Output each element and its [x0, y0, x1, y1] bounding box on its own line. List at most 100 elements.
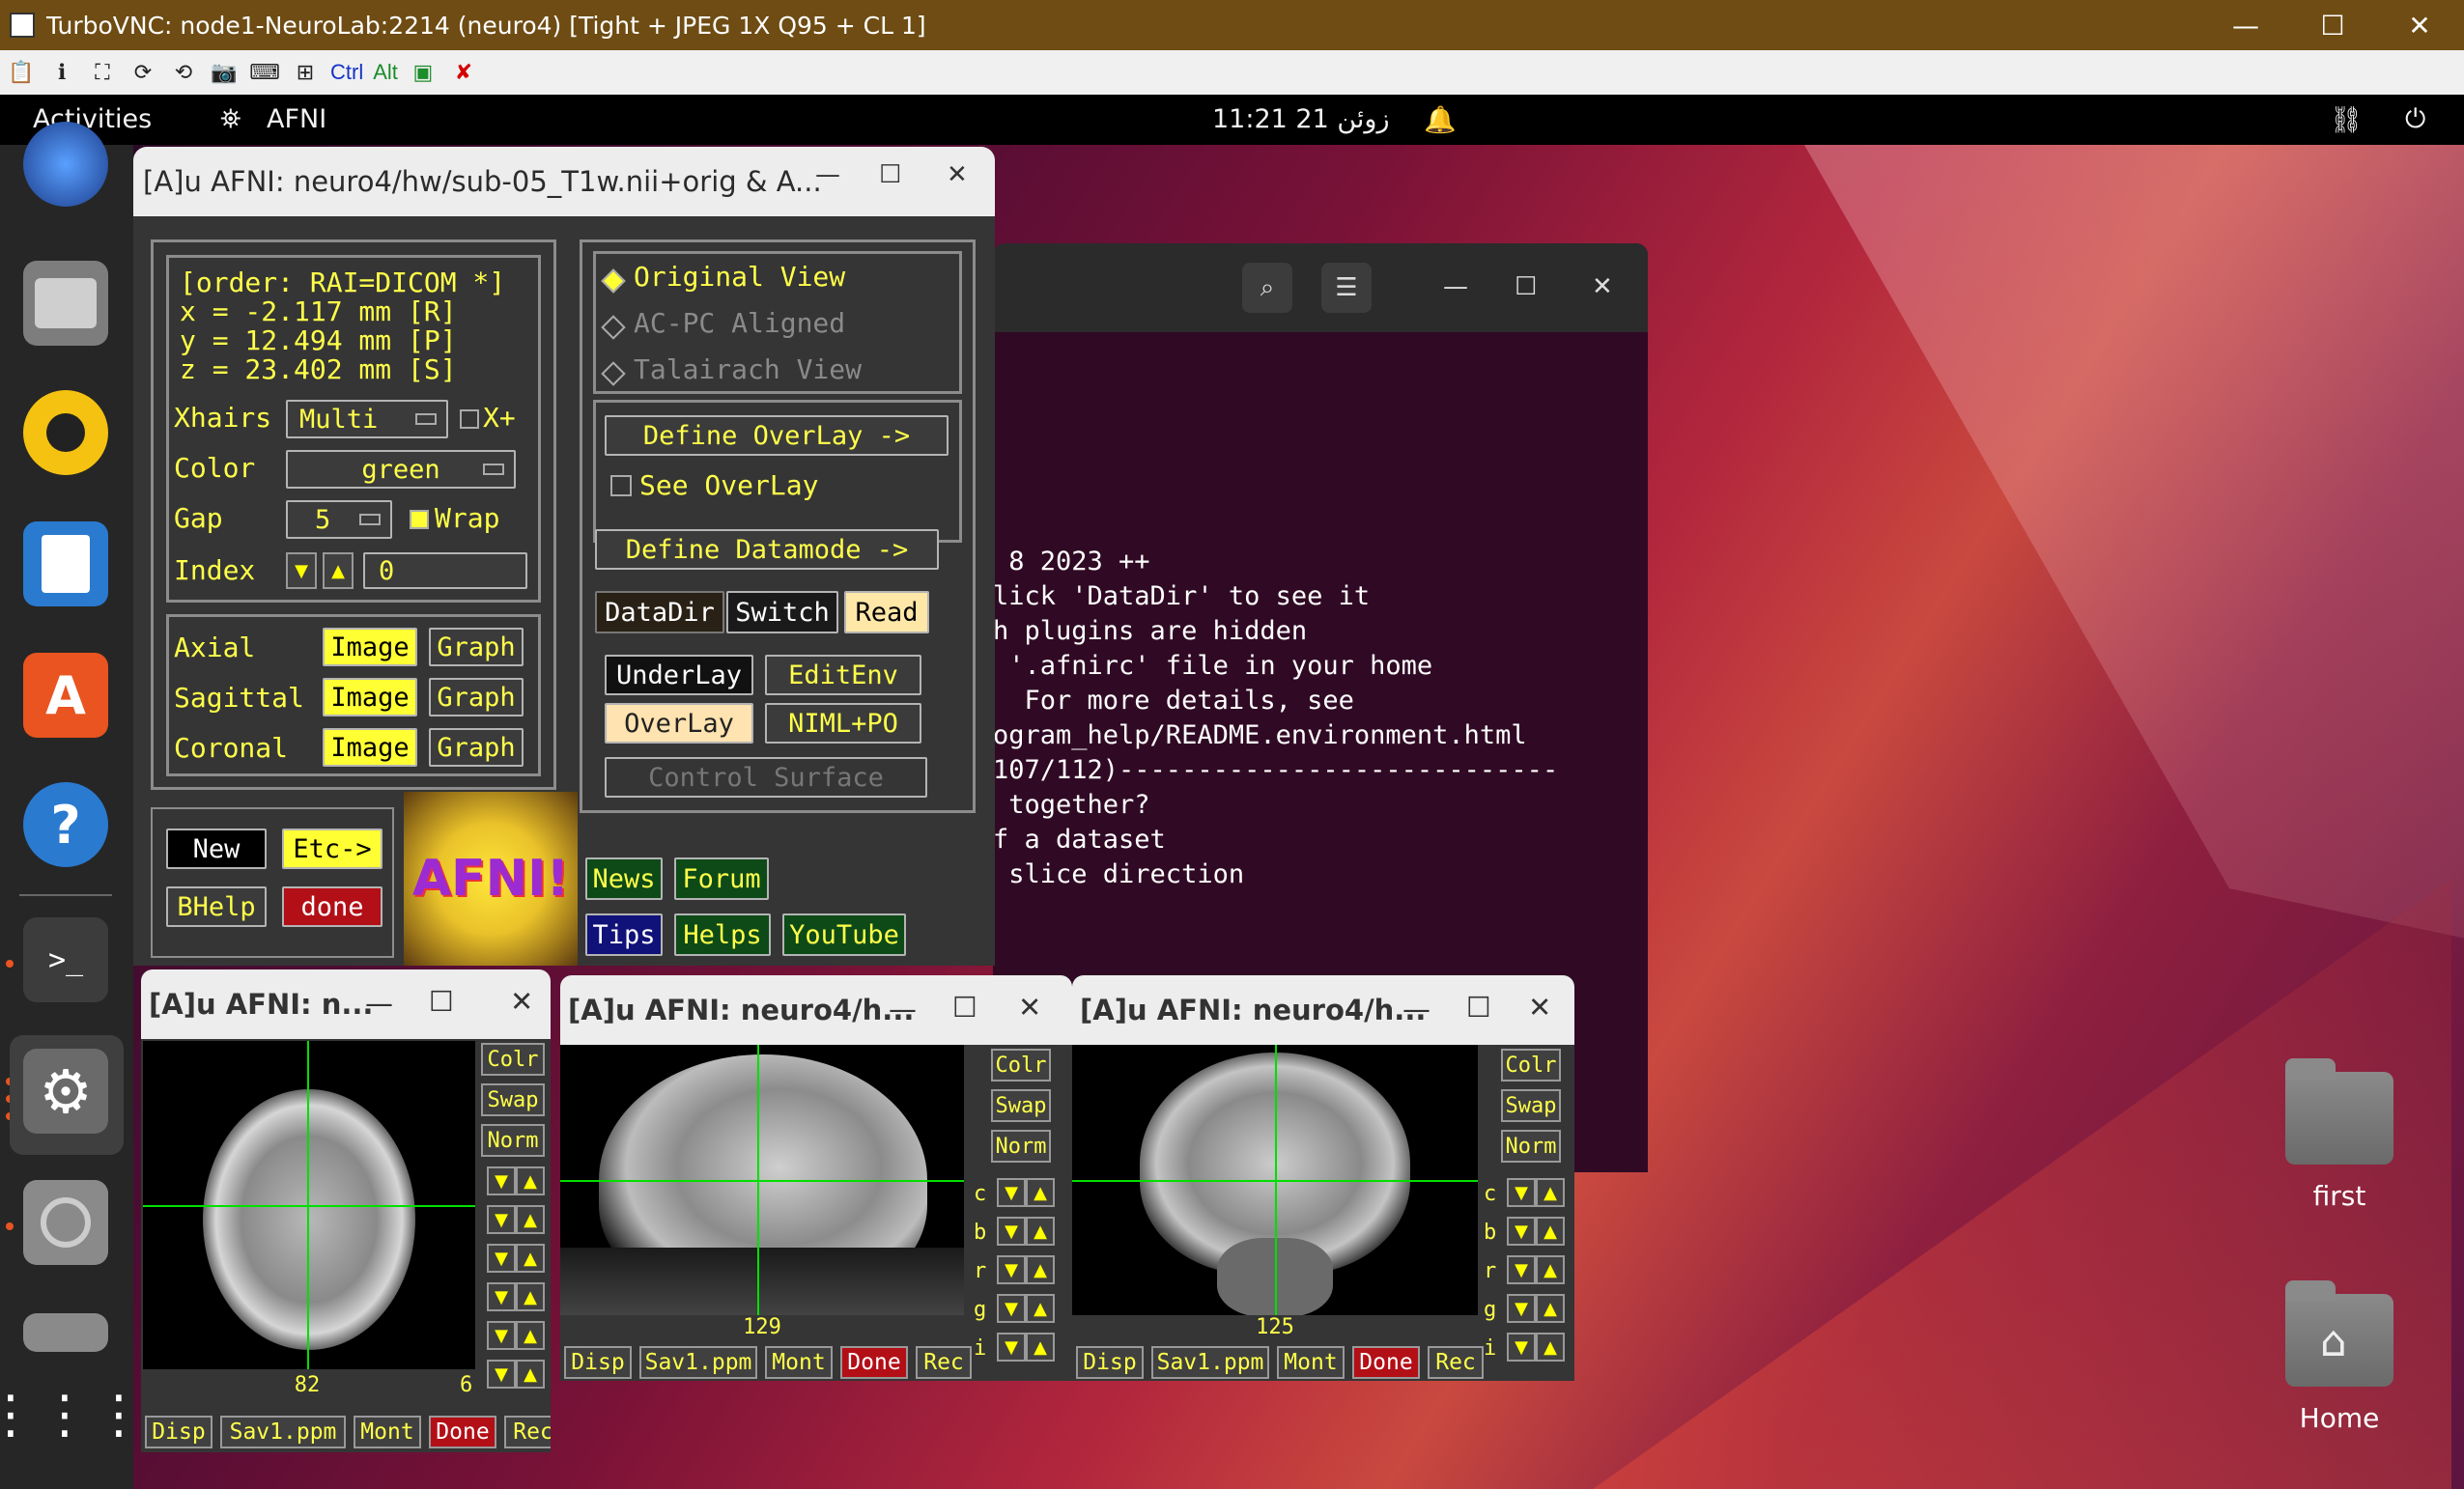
new-connection-icon[interactable]: ▣ [408, 57, 439, 88]
read-button[interactable]: Read [844, 591, 929, 633]
clipboard-icon[interactable]: 📋 [6, 57, 37, 88]
view-mode-label[interactable]: Original View [634, 261, 845, 293]
index-input[interactable]: 0 [363, 552, 527, 589]
done-button[interactable]: Done [1352, 1346, 1420, 1379]
view-mode-label[interactable]: AC-PC Aligned [634, 307, 845, 339]
news-button[interactable]: News [585, 857, 663, 900]
down-arrow-icon[interactable]: ▼ [997, 1178, 1026, 1207]
up-arrow-icon[interactable]: ▲ [1536, 1294, 1565, 1323]
minimize-icon[interactable]: — [815, 160, 840, 189]
done-button[interactable]: done [282, 886, 382, 927]
mont-button[interactable]: Mont [354, 1416, 421, 1448]
minimize-icon[interactable]: — [2202, 0, 2289, 50]
swap-button[interactable]: Swap [1501, 1089, 1561, 1122]
close-icon[interactable]: ✕ [947, 160, 968, 189]
control-surface-button[interactable]: Control Surface [605, 757, 927, 798]
etc-button[interactable]: Etc-> [282, 829, 382, 869]
sagittal-viewer-window[interactable]: [A]u AFNI: neuro4/h... — ☐ ✕ Colr Swap Norm ▼ ▲ ▼… [560, 975, 1072, 1381]
keys-icon[interactable]: ⌨ [249, 57, 280, 88]
minimize-icon[interactable]: — [1443, 272, 1468, 301]
sagittal-image-button[interactable]: Image [323, 678, 417, 716]
xhairs-menu[interactable]: Multi [286, 400, 448, 438]
up-arrow-icon[interactable]: ▲ [516, 1282, 545, 1311]
swap-button[interactable]: Swap [481, 1083, 545, 1116]
up-arrow-icon[interactable]: ▲ [1026, 1333, 1055, 1362]
index-down-arrow-icon[interactable]: ▼ [286, 552, 317, 589]
sagittal-image[interactable] [560, 1045, 964, 1317]
xplus-checkbox[interactable] [460, 409, 479, 429]
up-arrow-icon[interactable]: ▲ [516, 1321, 545, 1350]
editenv-button[interactable]: EditEnv [765, 655, 921, 695]
rec-button[interactable]: Rec [916, 1346, 972, 1379]
forum-button[interactable]: Forum [674, 857, 769, 900]
terminal-icon[interactable]: >_ [23, 917, 108, 1002]
down-arrow-icon[interactable]: ▼ [487, 1282, 516, 1311]
up-arrow-icon[interactable]: ▲ [1026, 1217, 1055, 1246]
down-arrow-icon[interactable]: ▼ [1507, 1217, 1536, 1246]
sav1-ppm-button[interactable]: Sav1.ppm [1151, 1346, 1269, 1379]
color-menu[interactable]: green [286, 450, 516, 489]
youtube-button[interactable]: YouTube [782, 913, 906, 956]
niml-po-button[interactable]: NIML+PO [765, 703, 921, 744]
slice-slider[interactable]: 125 [1072, 1315, 1478, 1342]
rec-button[interactable]: Rec [504, 1416, 551, 1448]
up-arrow-icon[interactable]: ▲ [1026, 1294, 1055, 1323]
coordinate-readout[interactable]: [order: RAI=DICOM *] x = -2.117 mm [R] y… [180, 268, 505, 384]
maximize-icon[interactable]: ☐ [2289, 0, 2376, 50]
search-icon[interactable]: ⌕ [1242, 263, 1292, 313]
disp-button[interactable]: Disp [1076, 1346, 1144, 1379]
disconnect-icon[interactable]: ✘ [448, 57, 479, 88]
norm-button[interactable]: Norm [481, 1124, 545, 1157]
disp-button[interactable]: Disp [564, 1346, 632, 1379]
wrap-checkbox[interactable] [410, 510, 429, 529]
desktop-item-home[interactable]: Home [2243, 1402, 2436, 1434]
switch-button[interactable]: Switch [726, 591, 838, 633]
disk-icon[interactable] [23, 1180, 108, 1265]
gap-menu[interactable]: 5 [286, 500, 392, 539]
up-arrow-icon[interactable]: ▲ [1026, 1178, 1055, 1207]
down-arrow-icon[interactable]: ▼ [487, 1205, 516, 1234]
down-arrow-icon[interactable]: ▼ [487, 1360, 516, 1389]
accessibility-icon[interactable]: ⛓ [2330, 104, 2363, 135]
close-icon[interactable]: ✕ [2376, 0, 2463, 50]
coronal-image-button[interactable]: Image [323, 728, 417, 767]
up-arrow-icon[interactable]: ▲ [1026, 1255, 1055, 1284]
close-icon[interactable]: ✕ [510, 985, 533, 1018]
app-menu[interactable]: AFNI [267, 104, 326, 134]
close-icon[interactable]: ✕ [1528, 991, 1551, 1024]
helps-button[interactable]: Helps [674, 913, 771, 956]
ctrl-alt-del-icon[interactable]: ⊞ [290, 57, 321, 88]
down-arrow-icon[interactable]: ▼ [1507, 1294, 1536, 1323]
down-arrow-icon[interactable]: ▼ [997, 1333, 1026, 1362]
view-mode-label[interactable]: Talairach View [634, 353, 862, 385]
clock[interactable]: 11:21 21 زوئن [1212, 104, 1390, 134]
lossless-refresh-icon[interactable]: ⟲ [168, 57, 199, 88]
up-arrow-icon[interactable]: ▲ [516, 1166, 545, 1195]
coronal-image[interactable] [1072, 1045, 1478, 1317]
axial-image[interactable] [143, 1041, 475, 1369]
refresh-icon[interactable]: ⟳ [127, 57, 158, 88]
tips-button[interactable]: Tips [585, 913, 663, 956]
down-arrow-icon[interactable]: ▼ [1507, 1178, 1536, 1207]
rhythmbox-icon[interactable] [23, 390, 108, 475]
home-folder-icon[interactable]: ⌂ [2285, 1280, 2393, 1387]
maximize-icon[interactable]: ☐ [429, 985, 454, 1018]
usb-drive-icon[interactable] [23, 1313, 108, 1352]
define-overlay-button[interactable]: Define OverLay -> [605, 415, 949, 456]
axial-graph-button[interactable]: Graph [429, 628, 524, 666]
down-arrow-icon[interactable]: ▼ [487, 1166, 516, 1195]
down-arrow-icon[interactable]: ▼ [997, 1294, 1026, 1323]
down-arrow-icon[interactable]: ▼ [997, 1255, 1026, 1284]
down-arrow-icon[interactable]: ▼ [487, 1244, 516, 1273]
sav1-ppm-button[interactable]: Sav1.ppm [220, 1416, 346, 1448]
norm-button[interactable]: Norm [991, 1130, 1051, 1163]
libreoffice-writer-icon[interactable] [23, 521, 108, 606]
camera-icon[interactable]: 📷 [209, 57, 240, 88]
folder-icon[interactable] [2285, 1058, 2393, 1165]
rec-button[interactable]: Rec [1428, 1346, 1484, 1379]
up-arrow-icon[interactable]: ▲ [516, 1244, 545, 1273]
define-datamode-button[interactable]: Define Datamode -> [595, 529, 939, 570]
down-arrow-icon[interactable]: ▼ [1507, 1255, 1536, 1284]
settings-icon[interactable]: ⚙ [23, 1049, 108, 1134]
down-arrow-icon[interactable]: ▼ [997, 1217, 1026, 1246]
